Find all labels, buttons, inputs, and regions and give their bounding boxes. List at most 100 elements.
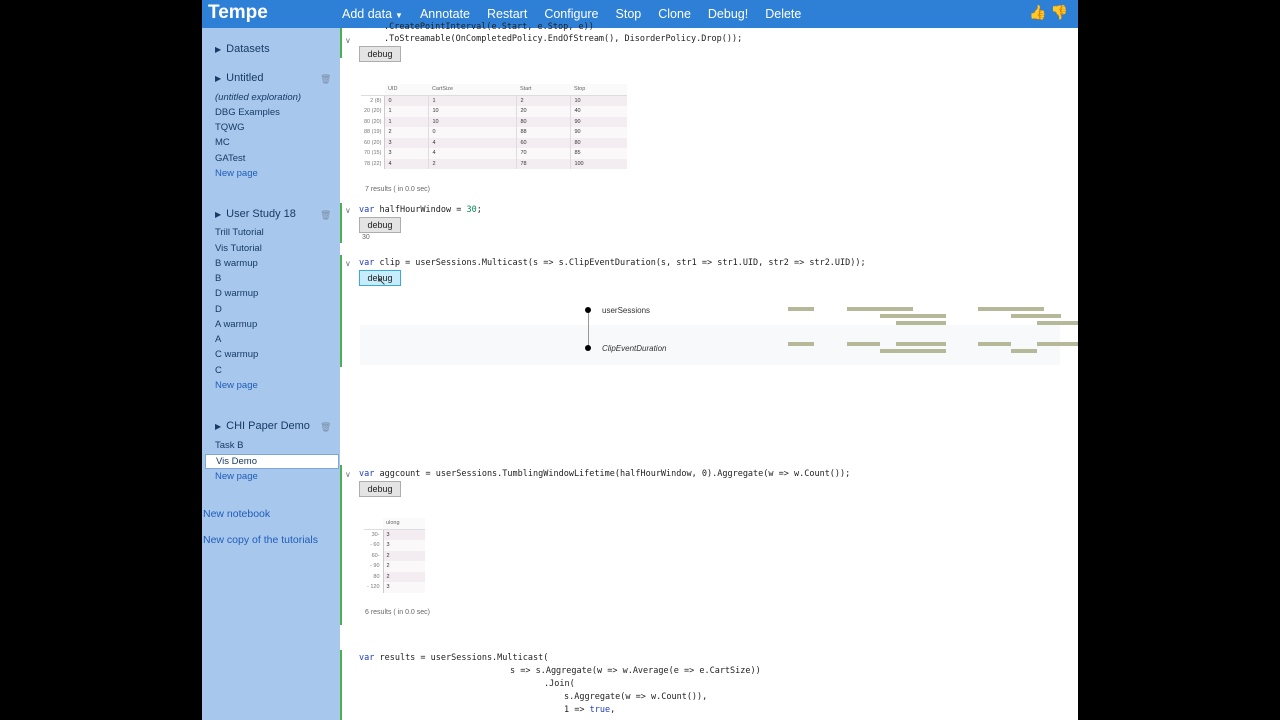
sidebar-section-user-study[interactable]: ▶ User Study 18 — [215, 208, 296, 220]
trash-icon[interactable]: 🗑 — [320, 74, 331, 85]
interval-segment[interactable] — [978, 342, 1011, 346]
menu-add-data[interactable]: Add data ▼ — [342, 7, 403, 21]
sidebar-item[interactable]: B — [215, 273, 221, 284]
interval-segment[interactable] — [1011, 349, 1037, 353]
sidebar-section-untitled[interactable]: ▶ Untitled — [215, 72, 263, 84]
table-cell: 70 — [516, 148, 571, 159]
table-cell: 78 — [516, 158, 571, 169]
column-header[interactable]: Stop — [570, 84, 627, 96]
row-label: 70 (15) — [361, 148, 386, 159]
code-line[interactable]: s.Aggregate(w => w.Count()), — [564, 692, 707, 702]
table-cell: 2 — [428, 158, 517, 169]
sidebar-item-selected[interactable]: Vis Demo — [205, 454, 339, 469]
row-label: 60 (20) — [361, 137, 386, 148]
pipeline-node[interactable] — [585, 307, 591, 313]
top-menu-bar: Tempe Add data ▼ Annotate Restart Configu… — [202, 0, 1078, 28]
cell-gutter — [340, 650, 342, 720]
sidebar-item[interactable]: TQWG — [215, 122, 245, 133]
chevron-down-icon[interactable]: ∨ — [345, 470, 351, 479]
column-header[interactable]: Start — [516, 84, 571, 96]
menu-configure[interactable]: Configure — [544, 7, 598, 21]
interval-segment[interactable] — [978, 307, 1044, 311]
table-cell: 3 — [382, 582, 426, 593]
menu-clone[interactable]: Clone — [658, 7, 691, 21]
sidebar-new-page[interactable]: New page — [215, 168, 258, 179]
column-header[interactable]: UID — [384, 84, 429, 96]
table-cell: 1 — [428, 95, 517, 106]
interval-segment[interactable] — [880, 349, 946, 353]
feedback-icons: 👍 👎 — [1025, 4, 1068, 21]
menu-restart[interactable]: Restart — [487, 7, 527, 21]
sidebar-item[interactable]: B warmup — [215, 258, 258, 269]
sidebar-item[interactable]: C warmup — [215, 349, 258, 360]
menu-delete[interactable]: Delete — [765, 7, 801, 21]
trash-icon[interactable]: 🗑 — [320, 422, 331, 433]
code-line[interactable]: .Join( — [544, 679, 575, 689]
sidebar-item[interactable]: D — [215, 304, 222, 315]
sidebar-section-chi-paper-demo[interactable]: ▶ CHI Paper Demo — [215, 420, 310, 432]
debug-button[interactable]: debug — [359, 217, 401, 233]
interval-segment[interactable] — [880, 314, 946, 318]
menu-debug[interactable]: Debug! — [708, 7, 748, 21]
interval-segment[interactable] — [788, 342, 814, 346]
interval-segment[interactable] — [896, 342, 946, 346]
menu-stop[interactable]: Stop — [616, 7, 642, 21]
table-row: - 90 2 — [364, 561, 426, 572]
table-cell: 1 — [384, 106, 429, 117]
trash-icon[interactable]: 🗑 — [320, 210, 331, 221]
code-line[interactable]: .CreatePointInterval(e.Start, e.Stop, e)… — [384, 22, 594, 32]
sidebar-item[interactable]: D warmup — [215, 288, 258, 299]
interval-segment[interactable] — [847, 307, 913, 311]
code-line[interactable]: var aggcount = userSessions.TumblingWind… — [359, 469, 850, 479]
vis-row-background — [360, 325, 1060, 365]
menu-annotate[interactable]: Annotate — [420, 7, 470, 21]
sidebar-item[interactable]: MC — [215, 137, 230, 148]
interval-segment[interactable] — [1037, 342, 1078, 346]
code-line[interactable]: s => s.Aggregate(w => w.Average(e => e.C… — [510, 666, 761, 676]
row-label: - 120 — [364, 582, 384, 593]
pipeline-node[interactable] — [585, 345, 591, 351]
row-label: 2 (8) — [361, 95, 386, 106]
sidebar-new-page[interactable]: New page — [215, 380, 258, 391]
code-line[interactable]: var clip = userSessions.Multicast(s => s… — [359, 258, 866, 268]
code-line[interactable]: var halfHourWindow = 30; — [359, 205, 482, 215]
column-header[interactable]: CartSize — [428, 84, 517, 96]
sidebar-item[interactable]: Task B — [215, 440, 244, 451]
sidebar-new-page[interactable]: New page — [215, 471, 258, 482]
code-line[interactable]: 1 => true, — [564, 705, 615, 715]
new-copy-tutorials-link[interactable]: New copy of the tutorials — [203, 534, 318, 546]
interval-segment[interactable] — [1037, 321, 1078, 325]
row-label: 20 (20) — [361, 106, 386, 117]
table-cell: 10 — [428, 116, 517, 127]
chevron-down-icon[interactable]: ∨ — [345, 206, 351, 215]
table-cell: 60 — [516, 137, 571, 148]
table-cell: 100 — [570, 158, 627, 169]
sidebar-item[interactable]: A warmup — [215, 319, 257, 330]
table-cell: 90 — [570, 127, 627, 138]
sidebar-item[interactable]: GATest — [215, 153, 245, 164]
interval-segment[interactable] — [788, 307, 814, 311]
cell-gutter — [340, 28, 342, 58]
interval-segment[interactable] — [1011, 314, 1061, 318]
new-notebook-link[interactable]: New notebook — [203, 508, 270, 520]
sidebar-datasets[interactable]: ▶ Datasets — [215, 43, 270, 55]
table-cell: 3 — [384, 148, 429, 159]
interval-segment[interactable] — [847, 342, 880, 346]
sidebar-item[interactable]: Vis Tutorial — [215, 243, 262, 254]
code-line[interactable]: .ToStreamable(OnCompletedPolicy.EndOfStr… — [384, 34, 742, 44]
chevron-down-icon[interactable]: ∨ — [345, 259, 351, 268]
interval-segment[interactable] — [896, 321, 946, 325]
table-cell: 80 — [570, 137, 627, 148]
debug-button[interactable]: debug — [359, 46, 401, 62]
sidebar-item[interactable]: DBG Examples — [215, 107, 280, 118]
sidebar-item[interactable]: A — [215, 334, 221, 345]
chevron-down-icon[interactable]: ∨ — [345, 36, 351, 45]
code-line[interactable]: var results = userSessions.Multicast( — [359, 653, 548, 663]
sidebar-item[interactable]: C — [215, 365, 222, 376]
thumbs-down-icon[interactable]: 👎 — [1051, 4, 1068, 20]
sidebar-item[interactable]: Trill Tutorial — [215, 227, 264, 238]
thumbs-up-icon[interactable]: 👍 — [1029, 4, 1046, 20]
debug-button[interactable]: debug — [359, 481, 401, 497]
sidebar-item[interactable]: (untitled exploration) — [215, 92, 301, 103]
column-header[interactable]: ulong — [383, 518, 426, 530]
